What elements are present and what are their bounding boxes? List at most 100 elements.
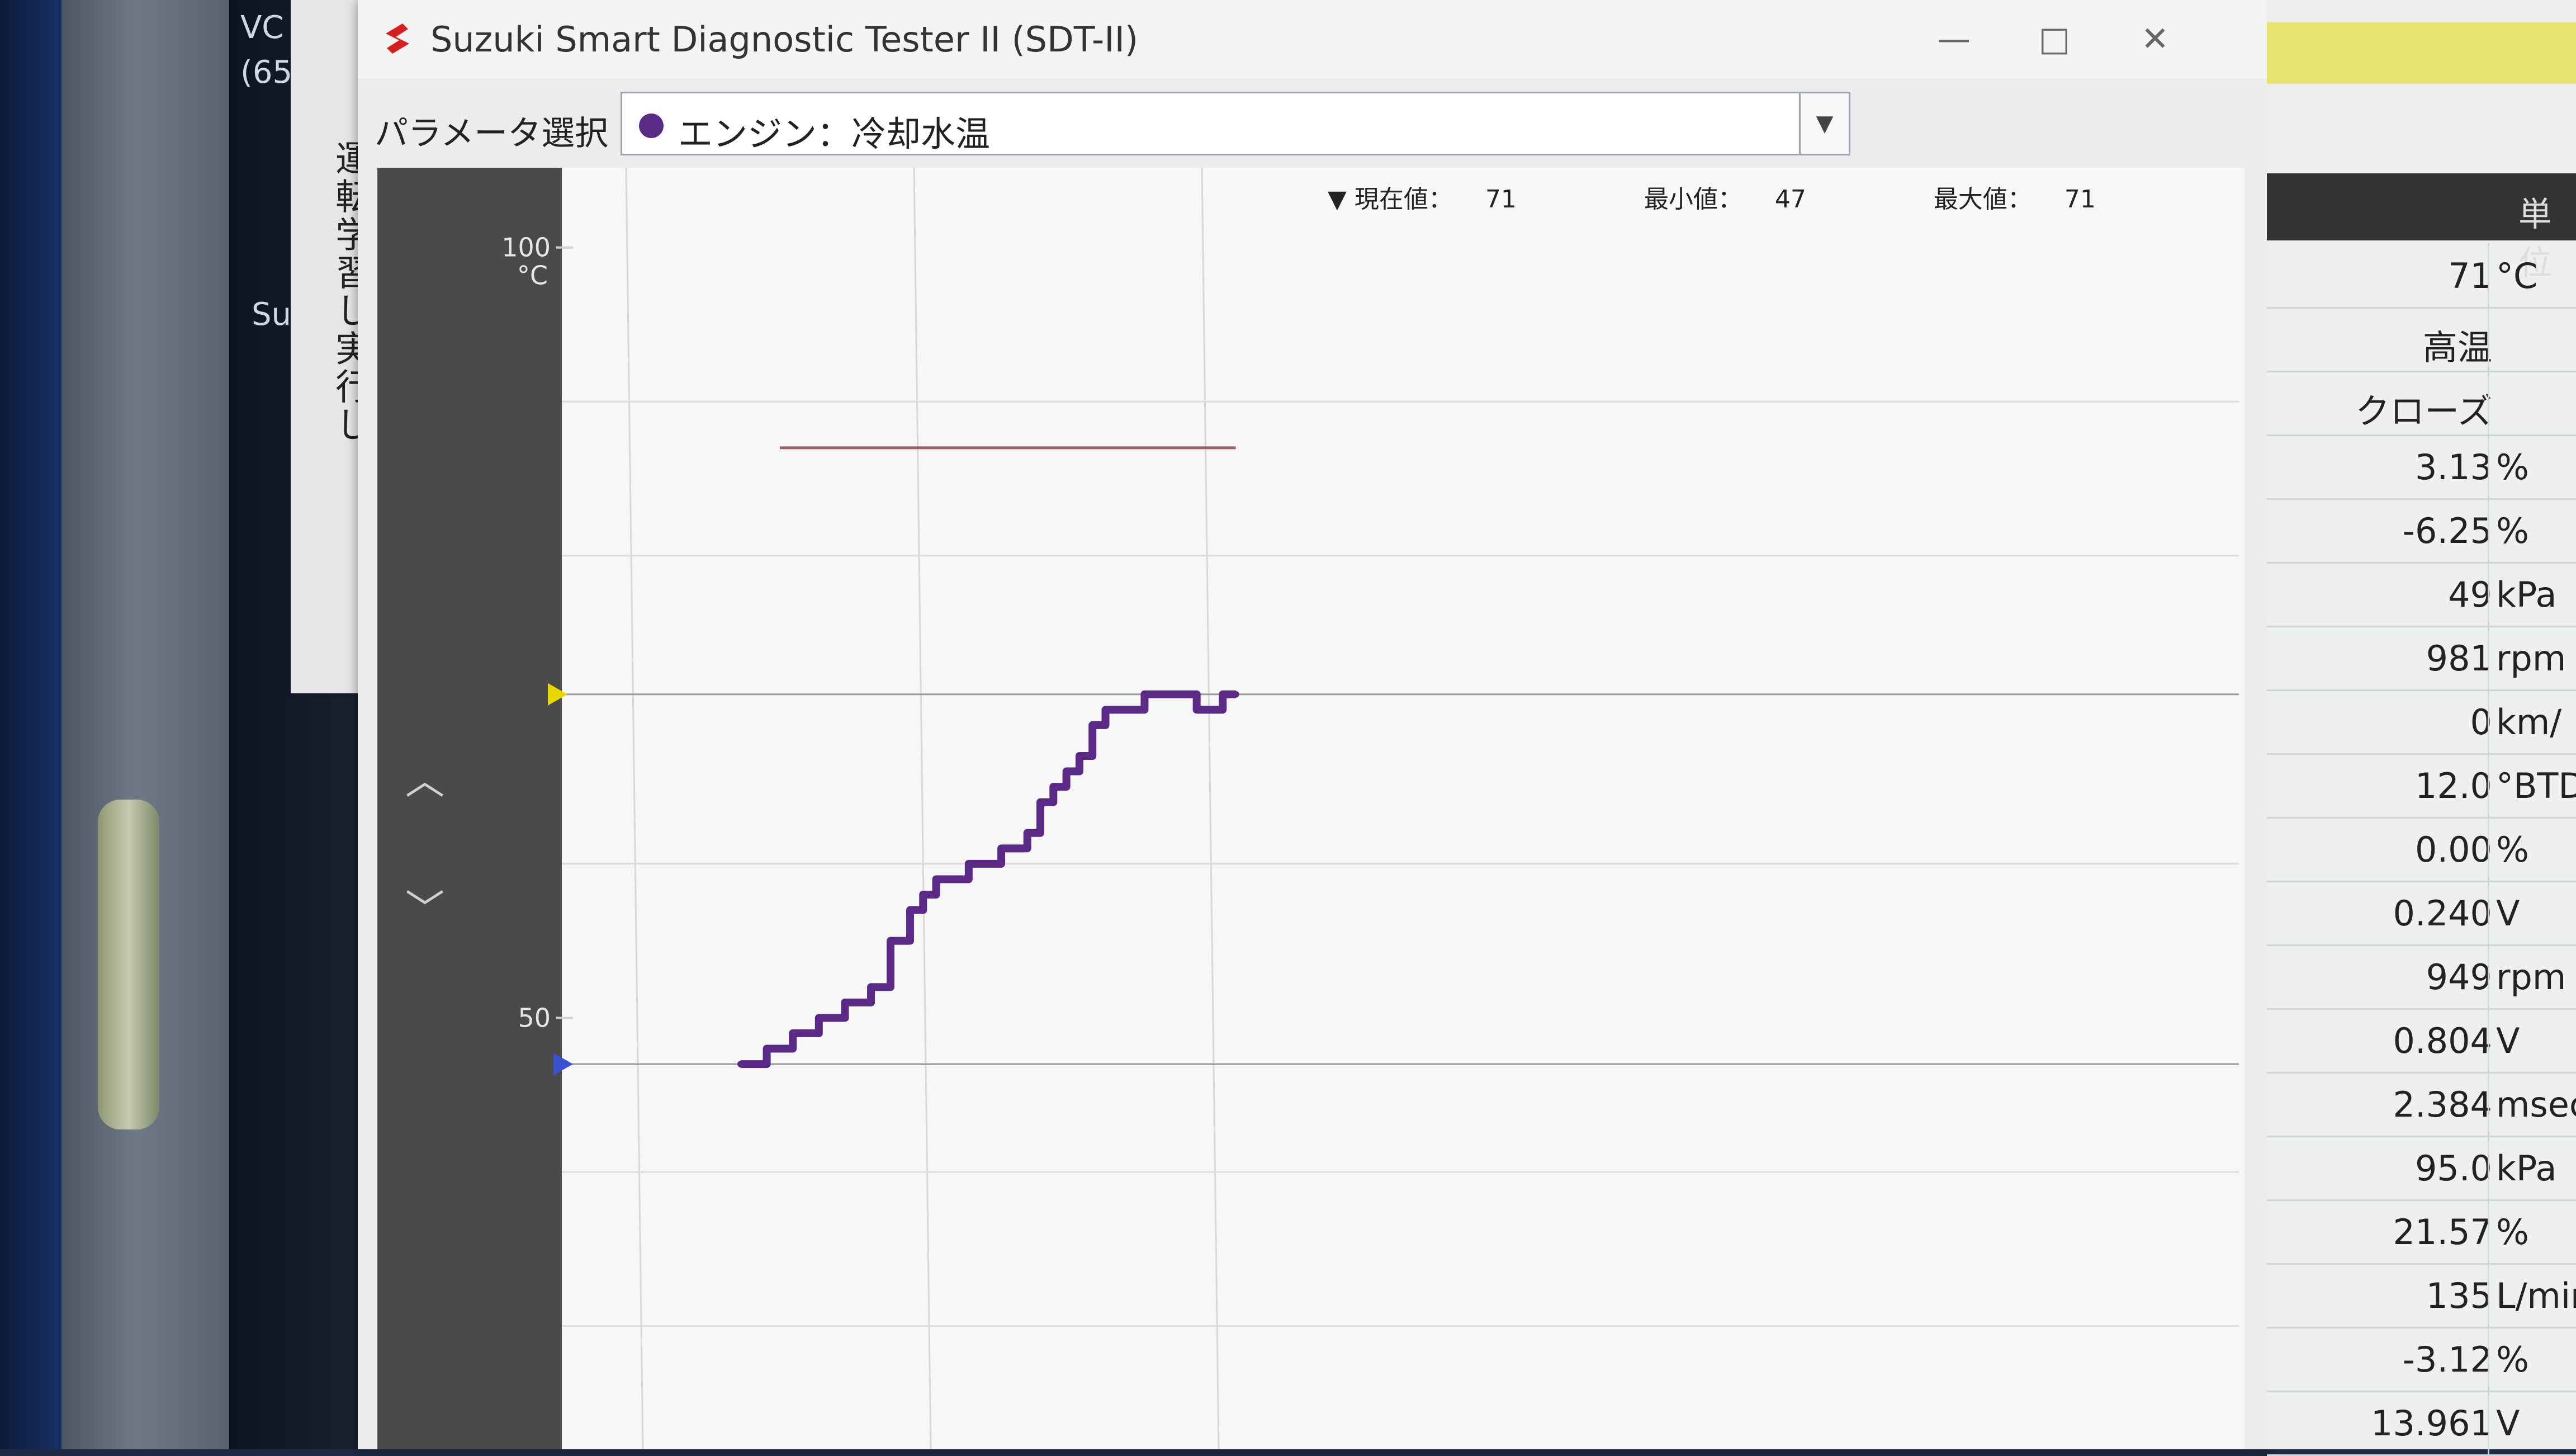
data-point — [789, 1030, 797, 1037]
table-cell-unit: V — [2496, 1020, 2520, 1061]
table-cell-value: 12.0 — [2414, 765, 2492, 806]
column-divider — [2488, 1008, 2489, 1072]
table-highlight-bar — [2267, 22, 2576, 84]
bezel-button — [98, 800, 159, 1129]
table-cell-unit: % — [2496, 1339, 2529, 1380]
table-row[interactable]: 高温 — [2267, 307, 2576, 372]
y-tick-label: 50 — [518, 1003, 551, 1033]
data-point — [815, 1014, 822, 1022]
column-divider — [2488, 944, 2489, 1008]
data-point — [887, 937, 894, 944]
y-tick-label: 100 — [501, 233, 551, 263]
table-cell-value: 49 — [2448, 574, 2492, 615]
parameter-selected-value: エンジン：冷却水温 — [678, 114, 991, 154]
table-cell-unit: L/min — [2496, 1275, 2576, 1316]
data-point — [1024, 829, 1031, 836]
maximize-button[interactable]: □ — [2024, 11, 2085, 67]
table-cell-unit: V — [2496, 893, 2520, 934]
column-divider — [2488, 626, 2489, 689]
data-point — [1206, 706, 1213, 713]
table-cell-unit: °C — [2496, 256, 2538, 296]
data-point — [1115, 706, 1122, 713]
monitor-bezel — [61, 0, 229, 1449]
data-point — [763, 1045, 770, 1052]
table-row[interactable]: 71 °C — [2267, 243, 2576, 309]
y-unit-label: °C — [517, 261, 548, 291]
table-row[interactable]: 21.57% — [2267, 1199, 2576, 1265]
data-point — [932, 876, 940, 883]
data-point — [1167, 691, 1175, 698]
min-value: 47 — [1774, 185, 1806, 214]
table-row[interactable]: 0 km/ — [2267, 689, 2576, 755]
column-divider — [2488, 562, 2489, 626]
table-row[interactable]: 3.13% — [2267, 434, 2576, 500]
data-point — [1089, 721, 1096, 729]
table-row[interactable]: 2.384msec — [2267, 1072, 2576, 1137]
data-point — [841, 999, 849, 1006]
column-divider — [2488, 1072, 2489, 1136]
table-cell-value: 949 — [2426, 957, 2492, 998]
table-cell-unit: kPa — [2496, 1148, 2557, 1189]
data-point — [868, 984, 875, 991]
table-row[interactable]: 49 kPa — [2267, 562, 2576, 627]
table-row[interactable]: 95.0 kPa — [2267, 1136, 2576, 1201]
data-point — [737, 1061, 744, 1068]
table-row[interactable]: -6.25% — [2267, 498, 2576, 564]
data-point — [1063, 768, 1070, 775]
table-cell-value: 高温 — [2422, 327, 2492, 368]
table-cell-unit: km/ — [2496, 702, 2562, 743]
table-row[interactable]: 12.0 °BTD — [2267, 753, 2576, 819]
table-cell-unit: V — [2496, 1403, 2520, 1444]
table-cell-unit: rpm — [2496, 957, 2566, 998]
table-header: 単位 — [2267, 173, 2576, 283]
table-cell-value: 981 — [2426, 638, 2492, 679]
table-cell-value: 71 — [2448, 256, 2492, 296]
data-point — [1219, 691, 1227, 698]
chart: 100 50 °C — [501, 168, 2239, 1449]
data-point — [1050, 783, 1057, 791]
table-cell-value: 13.961 — [2371, 1403, 2492, 1444]
current-value-label: ▼ 現在値： — [1328, 185, 1453, 214]
min-value-label: 最小値： — [1644, 185, 1742, 214]
table-cell-value: 95.0 — [2414, 1148, 2492, 1189]
parameter-row: パラメータ選択 エンジン：冷却水温 ▼ — [358, 84, 2270, 162]
column-divider — [2488, 1391, 2489, 1454]
column-divider — [2488, 1199, 2489, 1263]
data-point — [920, 891, 927, 898]
table-cell-value: 0.804 — [2393, 1020, 2493, 1061]
max-value-label: 最大値： — [1933, 185, 2032, 214]
table-cell-value: 0.00 — [2414, 829, 2492, 870]
chevron-down-icon[interactable]: ▼ — [1799, 93, 1849, 154]
minimize-button[interactable]: — — [1923, 11, 1985, 67]
max-value: 71 — [2064, 185, 2096, 214]
series-color-dot — [639, 114, 664, 138]
data-point — [1232, 691, 1239, 698]
table-row[interactable]: クローズ — [2267, 371, 2576, 436]
table-row[interactable]: 13.961 V — [2267, 1391, 2576, 1456]
parameter-label: パラメータ選択 — [375, 114, 609, 153]
table-row[interactable]: 0.804 V — [2267, 1008, 2576, 1074]
table-row[interactable]: 0.240 V — [2267, 881, 2576, 946]
table-row[interactable]: 0.00% — [2267, 817, 2576, 882]
table-cell-unit: °BTD — [2496, 765, 2576, 806]
column-divider — [2488, 1327, 2489, 1391]
table-cell-value: 2.384 — [2393, 1084, 2493, 1125]
chart-panel: ︿ ﹀ 100 50 °C ▼ 現在値： 71 最小値： 47 最大値： 71 — [377, 168, 2244, 1449]
data-point — [945, 876, 953, 883]
desktop-text: VC (65 — [240, 6, 292, 95]
column-divider — [2488, 1136, 2489, 1199]
window-title: Suzuki Smart Diagnostic Tester II (SDT-I… — [430, 19, 1139, 60]
desktop-text-line: (65 — [240, 54, 293, 91]
table-row[interactable]: 949 rpm — [2267, 944, 2576, 1010]
column-divider — [2488, 753, 2489, 817]
table-row[interactable]: -3.12% — [2267, 1327, 2576, 1392]
close-button[interactable]: ✕ — [2124, 11, 2186, 67]
table-cell-value: 135 — [2426, 1275, 2492, 1316]
table-cell-unit: % — [2496, 447, 2529, 488]
table-cell-unit: kPa — [2496, 574, 2557, 615]
column-divider — [2488, 434, 2489, 498]
parameter-select[interactable]: エンジン：冷却水温 ▼ — [621, 92, 1850, 155]
data-point — [1076, 753, 1083, 759]
table-row[interactable]: 135L/min — [2267, 1263, 2576, 1329]
table-row[interactable]: 981 rpm — [2267, 626, 2576, 691]
